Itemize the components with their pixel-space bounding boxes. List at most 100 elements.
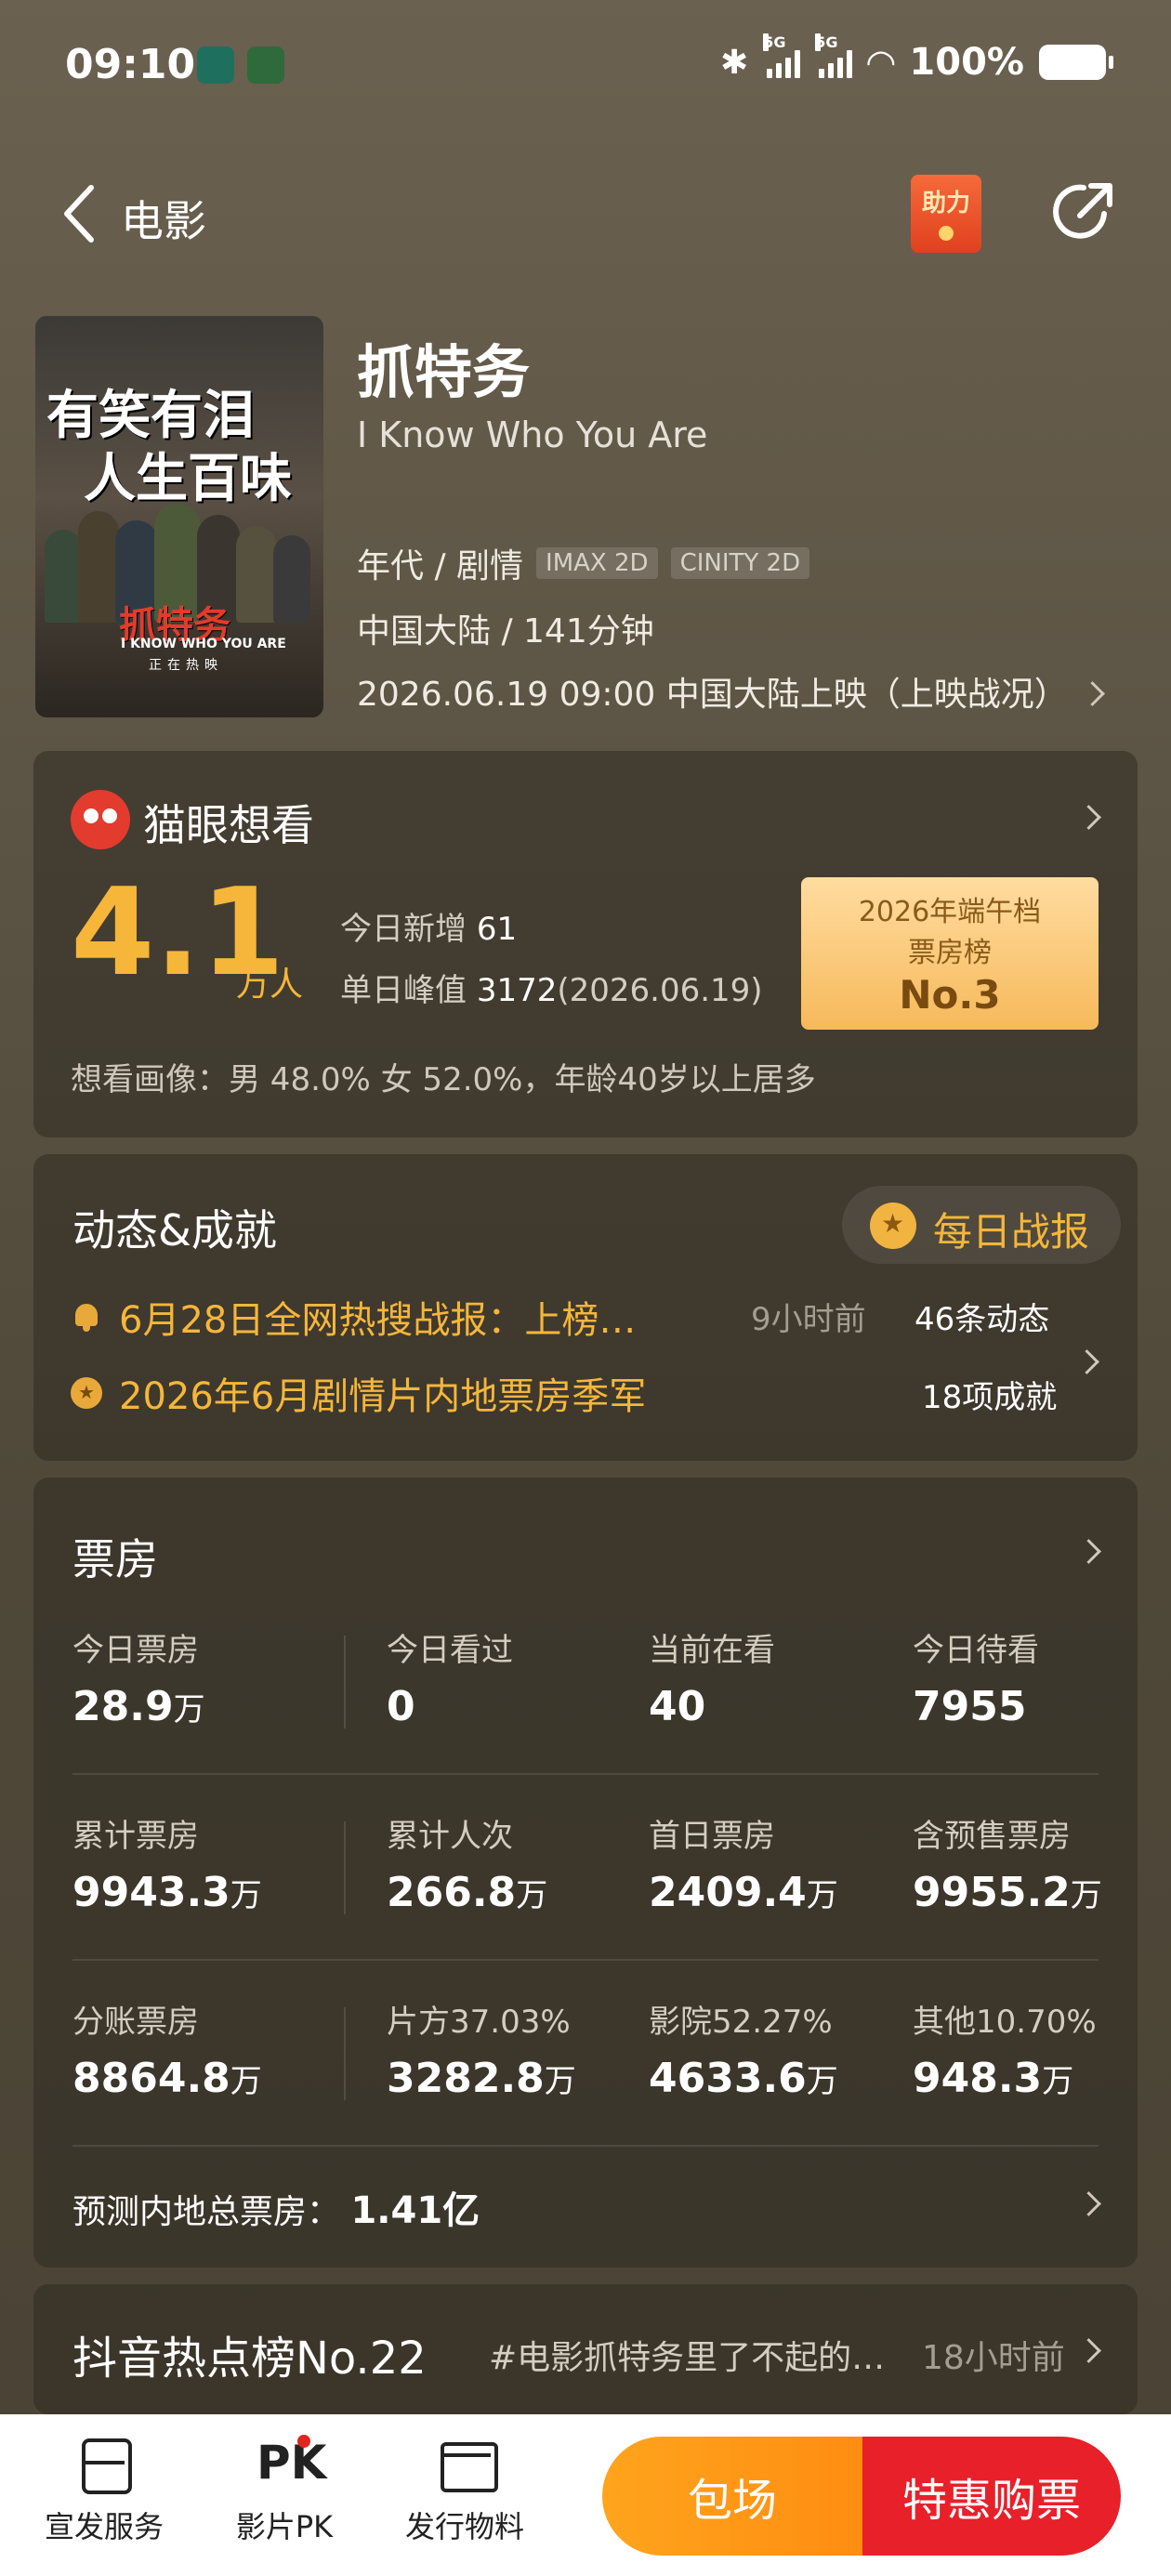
buy-ticket-button[interactable]: 特惠购票 — [862, 2437, 1121, 2556]
movie-poster[interactable]: 有笑有泪 人生百味 抓特务 I KNOW WHO YOU ARE 正在热映 — [35, 316, 323, 717]
stat-value: 3282.8万 — [387, 2055, 576, 2102]
stat-total-admissions: 累计人次 266.8万 — [387, 1810, 547, 1916]
pk-icon-text: PK — [257, 2436, 327, 2490]
box-office-card[interactable]: 票房 今日票房 28.9万 今日看过 0 当前在看 40 今日待看 7955 累… — [33, 1478, 1138, 2267]
movie-genre-row: 年代 / 剧情 IMAX 2D CINITY 2D — [357, 539, 810, 587]
news-item-achievement[interactable]: 2026年6月剧情片内地票房季军 — [71, 1366, 646, 1420]
stat-number: 0 — [387, 1683, 415, 1730]
daily-report-button[interactable]: 每日战报 — [842, 1186, 1121, 1264]
header: 电影 助力 — [0, 167, 1171, 260]
stat-value: 9955.2万 — [913, 1869, 1102, 1916]
rank-line2: 票房榜 — [908, 937, 992, 969]
want-today: 今日新增 61 — [340, 903, 517, 949]
daily-report-label: 每日战报 — [933, 1209, 1090, 1255]
purchase-buttons: 包场 特惠购票 — [602, 2437, 1121, 2556]
news-card[interactable]: 动态&成就 每日战报 6月28日全网热搜战报：上榜… 9小时前 46条动态 20… — [33, 1154, 1138, 1461]
battery-text: 100% — [909, 41, 1024, 84]
stat-value: 2409.4万 — [649, 1869, 838, 1916]
stat-value: 28.9万 — [72, 1683, 205, 1730]
rank-number: No.3 — [899, 972, 1001, 1018]
movie-release-text: 2026.06.19 09:00 中国大陆上映（上映战况） — [357, 676, 1068, 714]
chevron-right-icon — [1080, 805, 1099, 833]
stat-today-box-office: 今日票房 28.9万 — [72, 1624, 205, 1730]
stat-number: 4633.6 — [649, 2055, 807, 2102]
stat-unit: 万 — [173, 1691, 205, 1728]
tab-marketing-service[interactable]: 宣发服务 — [20, 2435, 188, 2546]
stat-label: 累计票房 — [72, 1818, 199, 1855]
help-badge[interactable]: 助力 — [911, 175, 981, 253]
stat-value: 7955 — [913, 1683, 1039, 1730]
chevron-right-icon — [1080, 1539, 1099, 1567]
divider — [344, 1821, 346, 1914]
pk-icon: PK — [257, 2435, 326, 2491]
stat-number: 8864.8 — [72, 2055, 230, 2102]
service-icon — [76, 2435, 132, 2494]
stat-label: 首日票房 — [649, 1818, 775, 1855]
news-item-hot-search[interactable]: 6月28日全网热搜战报：上榜… — [71, 1290, 636, 1344]
status-time: 09:10 — [65, 41, 196, 88]
stat-label: 分账票房 — [72, 2004, 199, 2041]
back-icon[interactable] — [58, 180, 113, 245]
forecast-label: 预测内地总票房： — [72, 2193, 341, 2231]
coin-icon — [939, 226, 954, 241]
movie-title: 抓特务 — [357, 338, 531, 406]
movie-genre: 年代 / 剧情 — [357, 547, 524, 585]
stat-number: 9955.2 — [913, 1869, 1071, 1916]
maoyan-logo-icon — [71, 790, 130, 849]
stat-number: 2409.4 — [649, 1869, 807, 1916]
stat-unit: 万 — [544, 2063, 576, 2100]
stat-number: 7955 — [913, 1683, 1027, 1730]
stat-total-box-office: 累计票房 9943.3万 — [72, 1810, 262, 1916]
stat-label: 今日看过 — [387, 1632, 513, 1669]
status-right: ✱ 5G 5G ◠ 100% — [720, 33, 1113, 84]
network-label-1: 5G — [763, 33, 786, 51]
book-screening-button[interactable]: 包场 — [602, 2437, 862, 2556]
folder-icon — [437, 2435, 498, 2492]
stat-value: 948.3万 — [913, 2055, 1097, 2102]
notification-dot — [297, 2435, 310, 2448]
achievement-count: 18项成就 — [922, 1379, 1058, 1416]
stat-today-watched: 今日看过 0 — [387, 1624, 513, 1730]
douyin-time: 18小时前 — [922, 2339, 1065, 2377]
format-tag-cinity: CINITY 2D — [670, 547, 810, 579]
movie-release[interactable]: 2026.06.19 09:00 中国大陆上映（上映战况） — [357, 667, 1102, 716]
want-peak-date: (2026.06.19) — [557, 972, 763, 1009]
rank-badge[interactable]: 2026年端午档 票房榜 No.3 — [801, 877, 1099, 1030]
douyin-hot-card[interactable]: 抖音热点榜No.22 #电影抓特务里了不起的… 18小时前 — [33, 2284, 1138, 2414]
forecast-row[interactable]: 预测内地总票房： 1.41亿 — [72, 2180, 480, 2234]
stat-unit: 万 — [230, 1877, 262, 1914]
stat-label: 影院52.27% — [649, 2004, 833, 2041]
stat-unit: 万 — [230, 2063, 262, 2100]
stat-unit: 万 — [1070, 1877, 1102, 1914]
stat-number: 28.9 — [72, 1683, 174, 1730]
stat-other-share: 其他10.70% 948.3万 — [913, 1996, 1097, 2102]
stat-now-watching: 当前在看 40 — [649, 1624, 775, 1730]
poster-english: I KNOW WHO YOU ARE — [121, 637, 286, 651]
wifi-icon: ◠ — [867, 42, 895, 83]
forecast-value: 1.41亿 — [350, 2189, 480, 2232]
medal-icon — [870, 1203, 916, 1249]
stat-number: 9943.3 — [72, 1869, 230, 1916]
format-tag-imax: IMAX 2D — [536, 547, 658, 579]
share-icon[interactable] — [1048, 177, 1119, 247]
stat-unit: 万 — [516, 1877, 548, 1914]
stat-split-box-office: 分账票房 8864.8万 — [72, 1996, 262, 2102]
movie-english-title: I Know Who You Are — [357, 414, 708, 455]
tab-movie-pk[interactable]: PK 影片PK — [201, 2435, 368, 2546]
stat-unit: 万 — [806, 2063, 838, 2100]
stat-number: 948.3 — [913, 2055, 1043, 2102]
want-portrait: 想看画像：男 48.0% 女 52.0%，年龄40岁以上居多 — [71, 1061, 816, 1098]
stat-value: 9943.3万 — [72, 1869, 262, 1916]
divider — [344, 2007, 346, 2100]
want-peak-value: 3172 — [476, 972, 558, 1009]
stat-label: 累计人次 — [387, 1818, 513, 1855]
stat-number: 266.8 — [387, 1869, 517, 1916]
want-to-see-card[interactable]: 猫眼想看 4.1 万人 今日新增 61 单日峰值 3172(2026.06.19… — [33, 751, 1138, 1137]
want-today-label: 今日新增 — [340, 911, 467, 948]
divider — [72, 1959, 1099, 1961]
rank-line1: 2026年端午档 — [858, 896, 1042, 928]
tab-release-materials[interactable]: 发行物料 — [381, 2435, 548, 2546]
stat-cinema-share: 影院52.27% 4633.6万 — [649, 1996, 838, 2102]
chevron-right-icon — [1080, 2191, 1099, 2219]
stat-today-to-watch: 今日待看 7955 — [913, 1624, 1039, 1730]
